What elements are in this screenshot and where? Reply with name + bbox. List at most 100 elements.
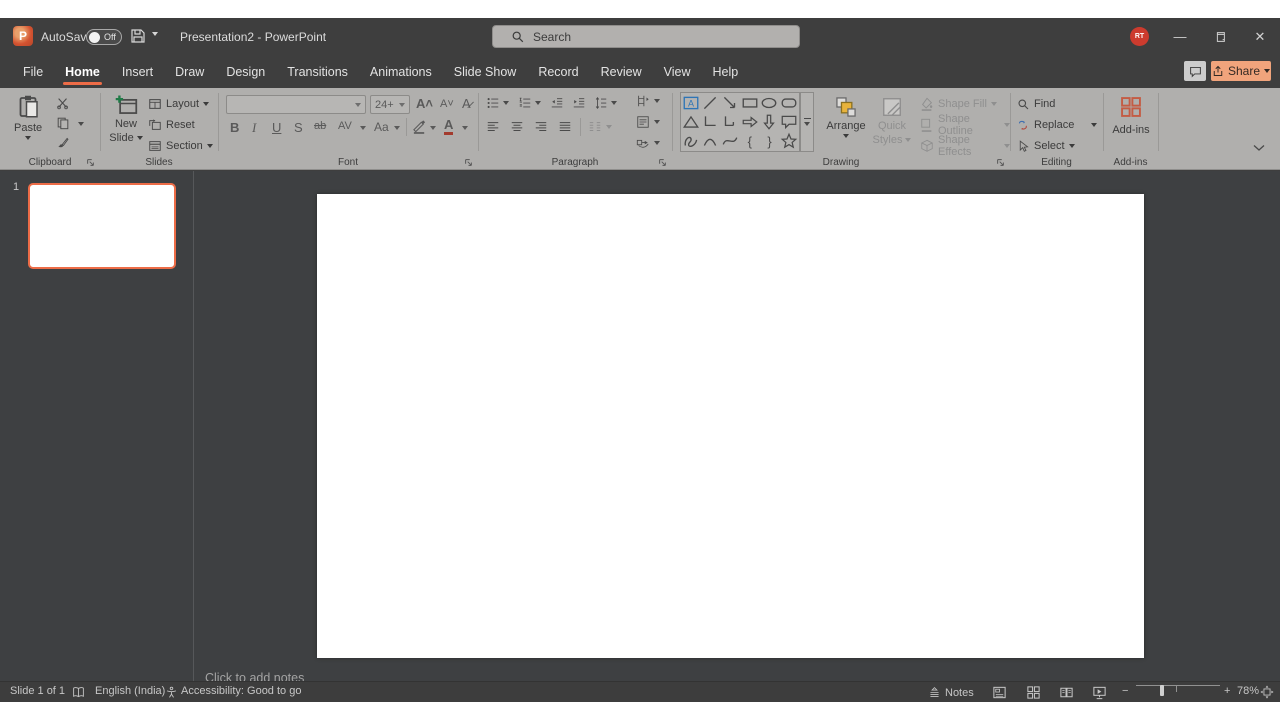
shape-arc-icon[interactable] <box>701 132 719 150</box>
quick-styles-button[interactable]: Quick Styles <box>870 96 914 146</box>
fit-to-window-button[interactable] <box>1260 685 1274 699</box>
shape-star-icon[interactable] <box>780 132 798 150</box>
font-dialog-launcher-icon[interactable] <box>464 158 473 167</box>
tab-home[interactable]: Home <box>54 57 111 87</box>
shape-right-brace-icon[interactable]: } <box>760 132 778 150</box>
slide-indicator[interactable]: Slide 1 of 1 <box>10 685 65 697</box>
decrease-indent-button[interactable] <box>550 96 564 110</box>
shape-rounded-rectangle-icon[interactable] <box>780 94 798 112</box>
bullets-dropdown-icon[interactable] <box>503 101 509 105</box>
tab-record[interactable]: Record <box>527 57 589 87</box>
highlight-color-button[interactable] <box>412 118 427 135</box>
font-size-combobox[interactable]: 24+ <box>370 95 410 114</box>
shape-curve-icon[interactable] <box>721 132 739 150</box>
shape-effects-button[interactable]: Shape Effects <box>920 134 1010 158</box>
clipboard-dialog-launcher-icon[interactable] <box>86 158 95 167</box>
tab-draw[interactable]: Draw <box>164 57 215 87</box>
quick-access-dropdown-icon[interactable] <box>152 32 158 36</box>
align-text-button[interactable] <box>636 115 650 129</box>
user-avatar[interactable]: RT <box>1130 27 1149 46</box>
bold-button[interactable]: B <box>230 120 239 135</box>
text-direction-dropdown-icon[interactable] <box>654 99 660 103</box>
replace-button[interactable]: Replace <box>1017 116 1097 134</box>
columns-button[interactable] <box>588 120 602 134</box>
shape-arrow-icon[interactable] <box>721 94 739 112</box>
shape-elbow-icon[interactable] <box>701 113 719 131</box>
zoom-out-button[interactable]: − <box>1122 685 1128 697</box>
align-left-button[interactable] <box>486 120 500 134</box>
slide-thumbnail[interactable] <box>28 183 176 269</box>
panel-resize-handle[interactable] <box>193 171 194 681</box>
font-color-dropdown-icon[interactable] <box>462 126 468 130</box>
character-spacing-button[interactable]: AV <box>338 120 352 132</box>
powerpoint-logo-icon[interactable]: P <box>13 26 33 46</box>
autosave-toggle[interactable]: Off <box>86 29 122 45</box>
shape-textbox-icon[interactable]: A <box>682 94 700 112</box>
character-spacing-dropdown-icon[interactable] <box>360 126 366 130</box>
shape-line-icon[interactable] <box>701 94 719 112</box>
accessibility-status[interactable]: Accessibility: Good to go <box>181 685 301 697</box>
tab-insert[interactable]: Insert <box>111 57 164 87</box>
clear-formatting-button[interactable]: A̷ <box>462 96 471 111</box>
close-button[interactable]: ✕ <box>1240 18 1280 55</box>
convert-smartart-dropdown-icon[interactable] <box>654 141 660 145</box>
zoom-slider-handle[interactable] <box>1160 685 1164 696</box>
cut-button[interactable] <box>56 96 70 110</box>
minimize-button[interactable]: — <box>1160 18 1200 55</box>
change-case-button[interactable]: Aa <box>374 120 389 134</box>
comments-button[interactable] <box>1184 61 1206 81</box>
bullets-button[interactable] <box>486 96 500 110</box>
columns-dropdown-icon[interactable] <box>606 125 612 129</box>
align-text-dropdown-icon[interactable] <box>654 120 660 124</box>
shape-scribble-icon[interactable] <box>682 132 700 150</box>
shape-outline-button[interactable]: Shape Outline <box>920 113 1010 137</box>
numbering-button[interactable] <box>518 96 532 110</box>
strikethrough-button[interactable]: ab <box>314 120 326 132</box>
italic-button[interactable]: I <box>252 120 256 136</box>
accessibility-icon[interactable] <box>165 686 178 699</box>
notes-toggle-button[interactable]: Notes <box>928 686 974 699</box>
section-button[interactable]: Section <box>148 137 213 155</box>
tab-animations[interactable]: Animations <box>359 57 443 87</box>
text-direction-button[interactable] <box>636 94 650 108</box>
tab-slide-show[interactable]: Slide Show <box>443 57 528 87</box>
zoom-level[interactable]: 78% <box>1237 685 1259 697</box>
share-button[interactable]: Share <box>1211 61 1271 81</box>
font-name-combobox[interactable] <box>226 95 366 114</box>
copy-button[interactable] <box>56 116 70 130</box>
drawing-dialog-launcher-icon[interactable] <box>996 158 1005 167</box>
spellcheck-icon[interactable] <box>72 686 85 699</box>
save-icon[interactable] <box>130 28 146 44</box>
restore-button[interactable] <box>1200 18 1240 55</box>
tab-review[interactable]: Review <box>590 57 653 87</box>
normal-view-button[interactable] <box>992 685 1007 700</box>
paste-button[interactable]: Paste <box>14 94 42 140</box>
decrease-font-size-button[interactable]: A˅ <box>440 98 454 110</box>
reset-button[interactable]: Reset <box>148 116 195 134</box>
find-button[interactable]: Find <box>1017 95 1055 113</box>
tab-file[interactable]: File <box>12 57 54 87</box>
highlight-dropdown-icon[interactable] <box>430 126 436 130</box>
new-slide-button[interactable]: New Slide <box>108 94 144 144</box>
shape-right-arrow-icon[interactable] <box>741 113 759 131</box>
shape-callout-icon[interactable] <box>780 113 798 131</box>
shape-down-arrow-icon[interactable] <box>760 113 778 131</box>
zoom-in-button[interactable]: + <box>1224 685 1230 697</box>
numbering-dropdown-icon[interactable] <box>535 101 541 105</box>
shape-oval-icon[interactable] <box>760 94 778 112</box>
search-input[interactable]: Search <box>492 25 800 48</box>
copy-dropdown-icon[interactable] <box>78 122 84 126</box>
shape-elbow-arrow-icon[interactable] <box>721 113 739 131</box>
shape-fill-button[interactable]: Shape Fill <box>920 95 997 113</box>
tab-view[interactable]: View <box>653 57 702 87</box>
slide-canvas[interactable] <box>317 194 1144 658</box>
slideshow-view-button[interactable] <box>1092 685 1107 700</box>
arrange-button[interactable]: Arrange <box>824 96 868 138</box>
tab-transitions[interactable]: Transitions <box>276 57 359 87</box>
select-button[interactable]: Select <box>1017 137 1075 155</box>
shape-triangle-icon[interactable] <box>682 113 700 131</box>
shape-left-brace-icon[interactable]: { <box>741 132 759 150</box>
justify-button[interactable] <box>558 120 572 134</box>
language-indicator[interactable]: English (India) <box>95 685 165 697</box>
increase-indent-button[interactable] <box>572 96 586 110</box>
